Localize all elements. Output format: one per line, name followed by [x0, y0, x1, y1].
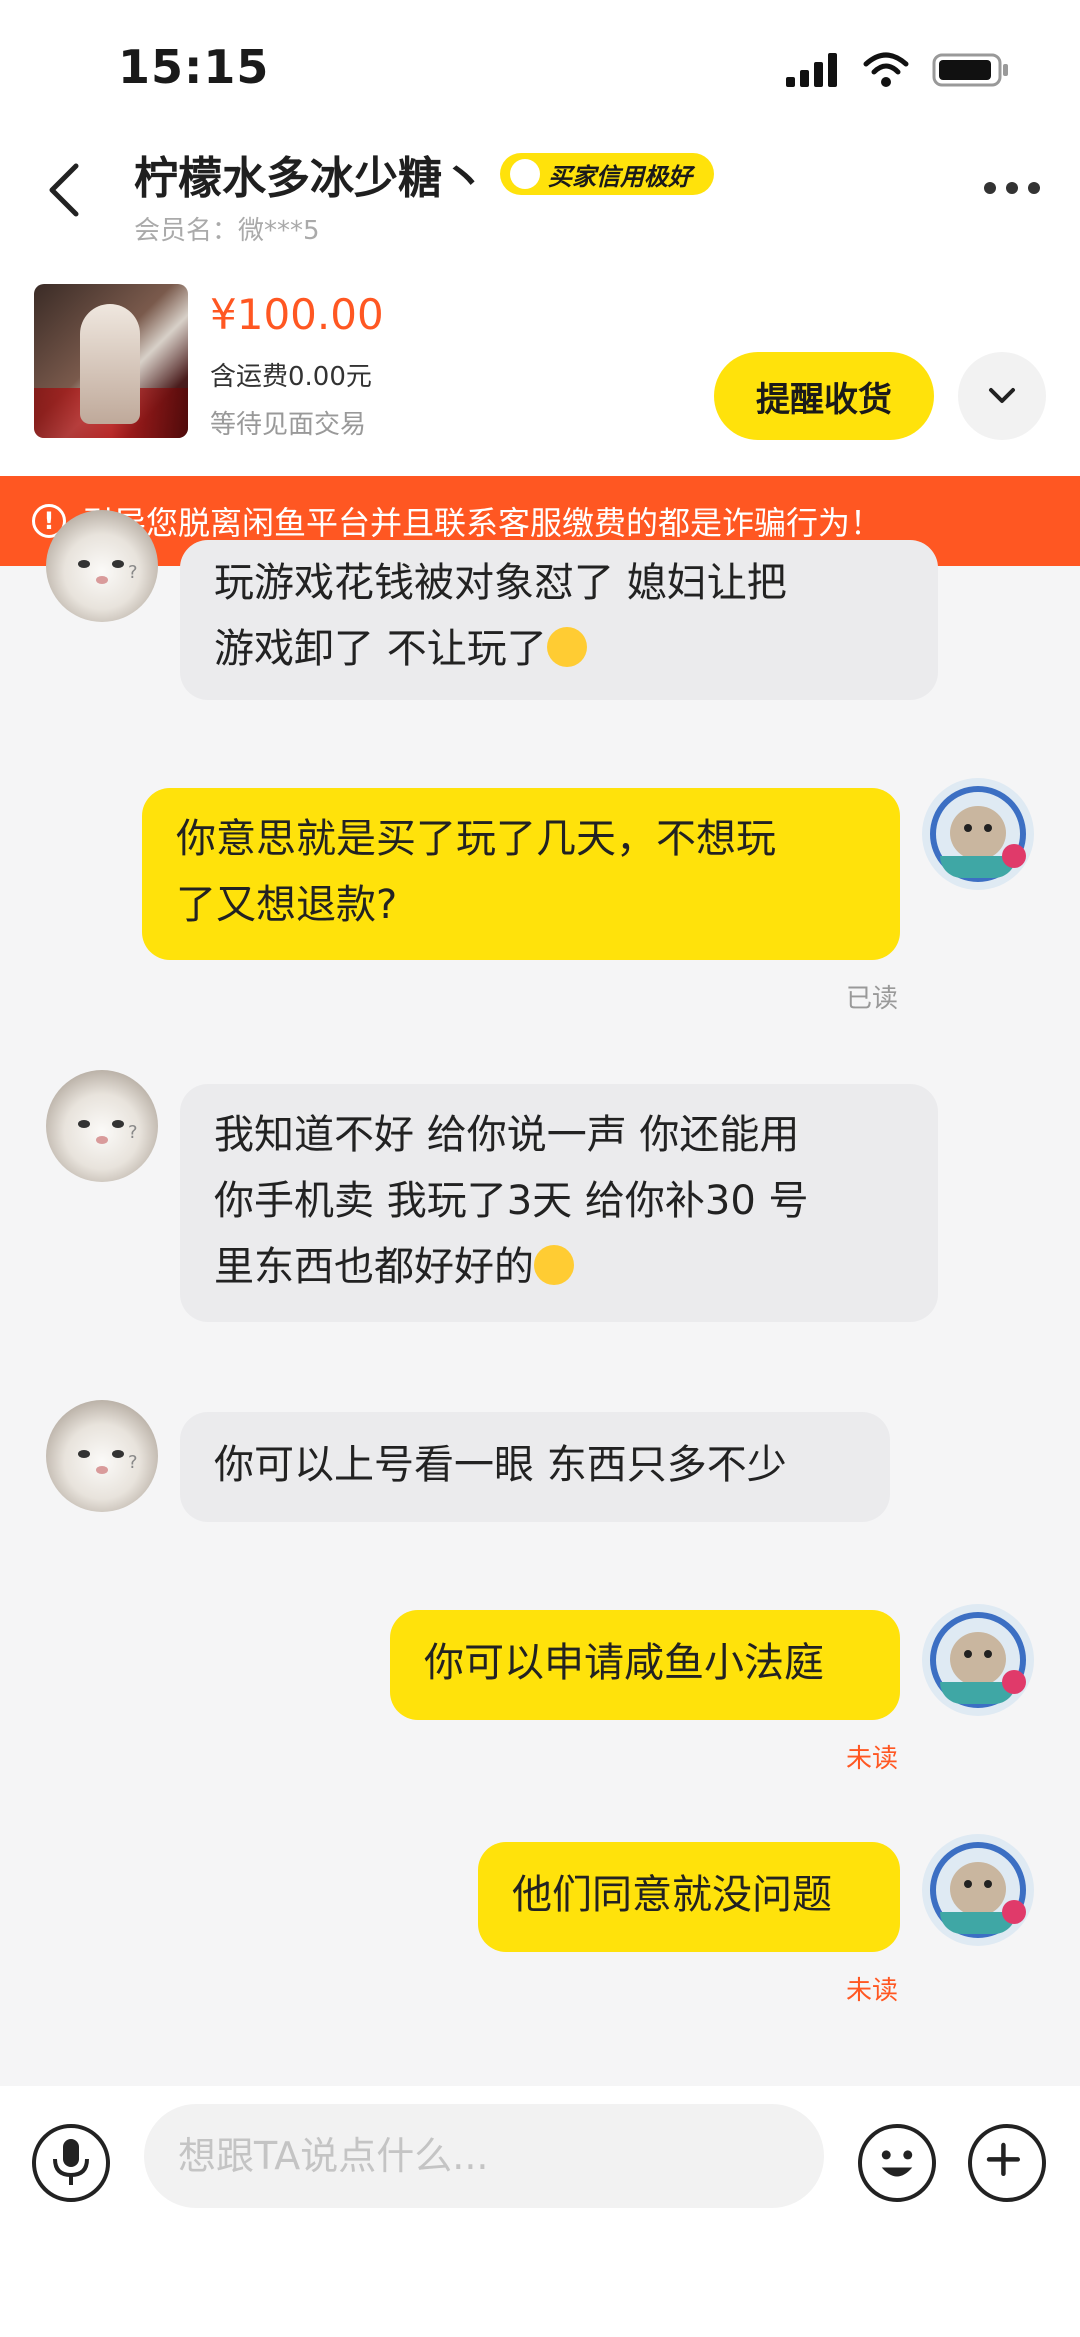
credit-face-icon	[510, 159, 540, 189]
contact-avatar[interactable]: ?	[46, 1400, 158, 1512]
crying-emoji-icon	[534, 1245, 574, 1285]
read-status: 未读	[846, 1976, 899, 2006]
shipping-fee: 含运费0.00元	[210, 362, 372, 392]
plus-circle-icon[interactable]	[968, 2124, 1046, 2202]
message-line: 了又想退款?	[176, 882, 398, 928]
message-line: 他们同意就没问题	[512, 1872, 832, 1918]
remind-receipt-button[interactable]: 提醒收货	[714, 352, 934, 440]
order-card: ¥100.00 含运费0.00元 等待见面交易 提醒收货	[0, 260, 1080, 476]
message-bubble[interactable]: 你可以申请咸鱼小法庭	[390, 1610, 900, 1720]
read-status: 已读	[846, 984, 899, 1014]
message-line: 你可以申请咸鱼小法庭	[424, 1640, 824, 1686]
message-line: 你意思就是买了玩了几天，不想玩	[176, 816, 776, 862]
cellular-signal-icon	[786, 53, 837, 87]
microphone-glyph	[53, 2139, 89, 2185]
chevron-down-icon	[989, 388, 1015, 403]
message-line: 玩游戏花钱被对象怼了 媳妇让把	[214, 560, 787, 606]
crying-emoji-icon	[546, 627, 587, 667]
status-time: 15:15	[118, 40, 270, 94]
my-avatar[interactable]	[922, 1604, 1034, 1716]
my-avatar[interactable]	[922, 1834, 1034, 1946]
microphone-icon[interactable]	[32, 2124, 110, 2202]
contact-avatar[interactable]: ?	[46, 1070, 158, 1182]
wifi-icon	[863, 52, 909, 87]
message-bubble[interactable]: 你意思就是买了玩了几天，不想玩 了又想退款?	[142, 788, 900, 960]
title-row: 柠檬水多冰少糖丶 买家信用极好	[134, 142, 714, 206]
emoji-face-icon[interactable]	[858, 2124, 936, 2202]
message-line: 里东西也都好好的	[214, 1234, 904, 1300]
product-thumbnail[interactable]	[34, 284, 188, 438]
status-bar: 15:15	[0, 0, 1080, 140]
message-bubble[interactable]: 你可以上号看一眼 东西只多不少	[180, 1412, 890, 1522]
message-line: 游戏卸了 不让玩了	[214, 616, 904, 682]
member-name: 会员名：微***5	[134, 216, 320, 246]
my-avatar[interactable]	[922, 778, 1034, 890]
message-bubble[interactable]: 他们同意就没问题	[478, 1842, 900, 1952]
battery-icon	[932, 53, 1008, 87]
order-status: 等待见面交易	[210, 410, 367, 440]
contact-name[interactable]: 柠檬水多冰少糖丶	[134, 142, 486, 206]
input-bar	[0, 2086, 1080, 2337]
message-line: 你可以上号看一眼 东西只多不少	[214, 1442, 787, 1488]
message-bubble[interactable]: 玩游戏花钱被对象怼了 媳妇让把 游戏卸了 不让玩了	[180, 540, 938, 700]
status-icons	[784, 50, 1010, 90]
order-price: ¥100.00	[210, 290, 384, 339]
message-line: 我知道不好 给你说一声 你还能用	[214, 1112, 800, 1158]
credit-badge-label: 买家信用极好	[548, 162, 692, 191]
message-bubble[interactable]: 我知道不好 给你说一声 你还能用 你手机卖 我玩了3天 给你补30 号 里东西也…	[180, 1084, 938, 1322]
message-line: 你手机卖 我玩了3天 给你补30 号	[214, 1178, 809, 1224]
message-input[interactable]	[144, 2104, 824, 2208]
credit-badge[interactable]: 买家信用极好	[500, 153, 714, 195]
read-status: 未读	[846, 1744, 899, 1774]
chat-header: 柠檬水多冰少糖丶 买家信用极好 会员名：微***5	[0, 120, 1080, 260]
back-chevron-icon[interactable]	[44, 160, 84, 220]
more-dots-icon[interactable]	[984, 182, 1040, 194]
contact-avatar[interactable]: ?	[46, 510, 158, 622]
expand-button[interactable]	[958, 352, 1046, 440]
warning-text: 引导您脱离闲鱼平台并且联系客服缴费的都是诈骗行为！	[82, 504, 883, 542]
